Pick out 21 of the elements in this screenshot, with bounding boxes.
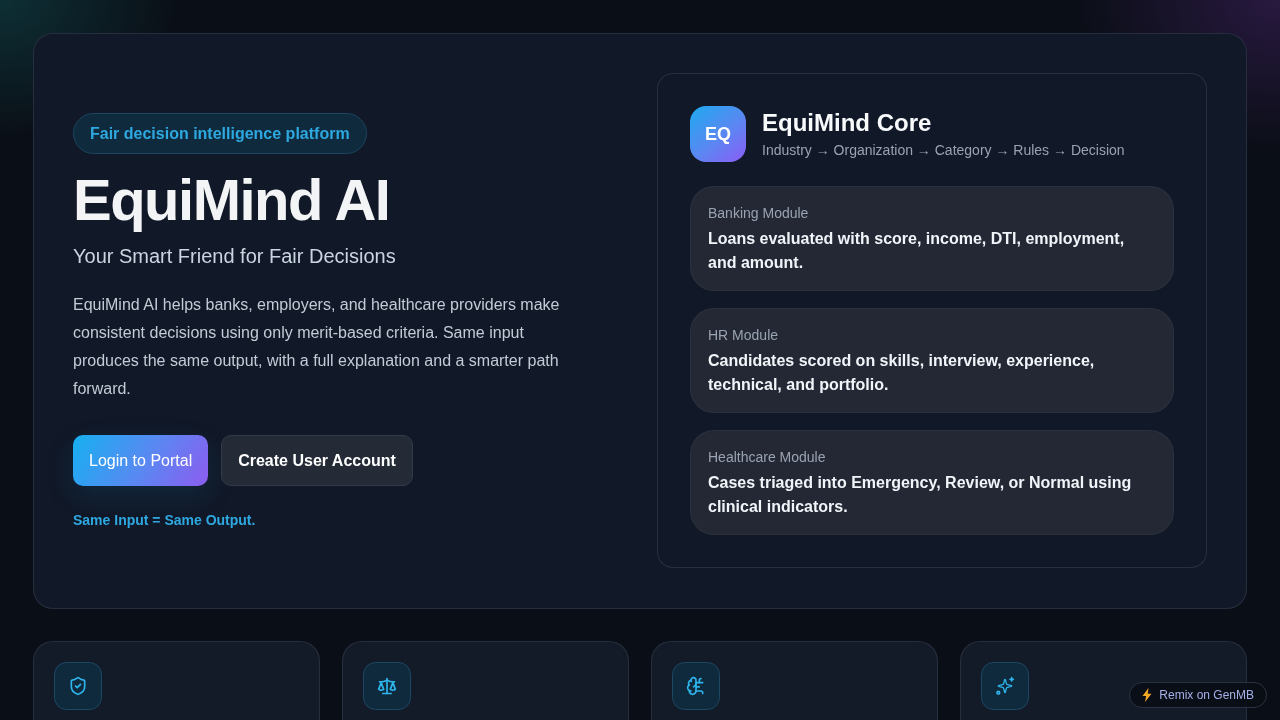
module-label: Banking Module (708, 204, 809, 223)
module-description: Candidates scored on skills, interview, experience, technical, and portfolio. (708, 351, 1096, 395)
hero-title: EquiMind AI (73, 168, 390, 232)
module-label: HR Module (708, 326, 779, 345)
module-description: Loans evaluated with score, income, DTI, employment, and amount. (708, 229, 1126, 273)
pipeline-text: Industry → Organization → Category → Rules → Decision (762, 141, 1125, 160)
lightning-icon (1142, 688, 1153, 702)
tagline-note: Same Input = Same Output. (73, 512, 256, 528)
shield-check-icon (54, 662, 102, 710)
panel-title: EquiMind Core (762, 108, 932, 138)
create-account-button[interactable]: Create User Account (221, 435, 413, 486)
tagline-pill: Fair decision intelligence platform (73, 113, 367, 154)
app-logo: EQ (690, 106, 746, 162)
remix-badge[interactable]: Remix on GenMB (1129, 682, 1267, 708)
module-description: Cases triaged into Emergency, Review, or Normal using clinical indicators. (708, 473, 1133, 517)
hero-subtitle: Your Smart Friend for Fair Decisions (73, 244, 396, 269)
sparkle-icon (981, 662, 1029, 710)
brain-icon (672, 662, 720, 710)
module-label: Healthcare Module (708, 448, 826, 467)
scales-icon (363, 662, 411, 710)
hero-description: EquiMind AI helps banks, employers, and healthcare providers make consistent decisions using only merit-based criteria. Same input produces the same output, with a full explanation and a smarter path forward. (73, 295, 561, 399)
